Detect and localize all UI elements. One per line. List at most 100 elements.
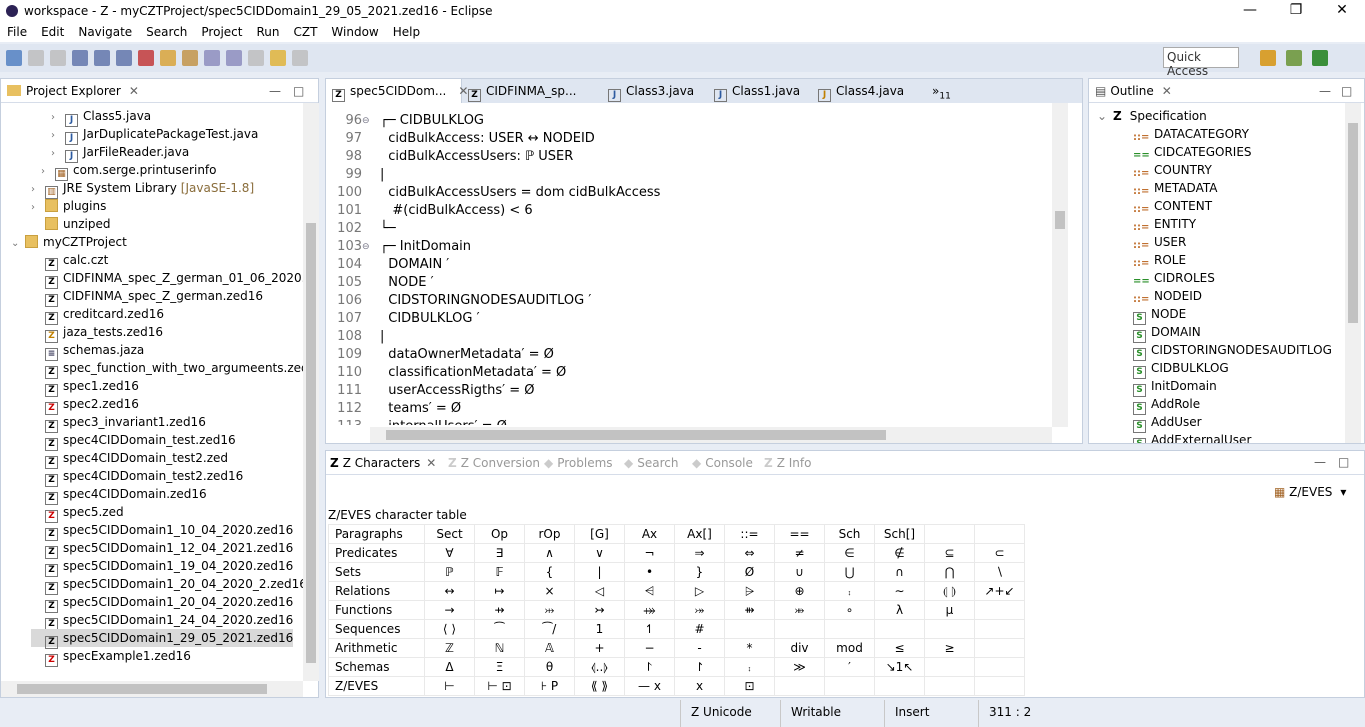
char-cell[interactable] <box>724 619 775 639</box>
close-tab-icon[interactable]: ✕ <box>1162 84 1172 98</box>
char-cell[interactable]: ⤕ <box>774 600 825 620</box>
menu-project[interactable]: Project <box>194 25 249 39</box>
char-cell[interactable] <box>824 619 875 639</box>
char-cell[interactable]: ↿ <box>624 619 675 639</box>
tree-item[interactable]: Zspec4CIDDomain.zed16 <box>31 485 207 505</box>
char-cell[interactable]: ¬ <box>624 543 675 563</box>
perspective-icon[interactable] <box>1260 50 1276 66</box>
tree-item[interactable]: Zspec4CIDDomain_test2.zed16 <box>31 467 243 487</box>
minimize-button[interactable]: — <box>1227 0 1273 22</box>
char-cell[interactable]: ∩ <box>874 562 925 582</box>
char-cell[interactable] <box>974 657 1025 677</box>
tree-item[interactable]: Zspec5.zed <box>31 503 124 523</box>
toolbar-button-icon[interactable] <box>160 50 176 66</box>
char-cell[interactable]: − <box>624 638 675 658</box>
tree-item[interactable]: Zspec5CIDDomain1_10_04_2020.zed16 <box>31 521 293 541</box>
char-cell[interactable]: ⊡ <box>724 676 775 696</box>
char-cell[interactable] <box>824 676 875 696</box>
char-cell[interactable]: ⊂ <box>974 543 1025 563</box>
char-cell[interactable]: x <box>674 676 725 696</box>
char-cell[interactable]: == <box>774 524 825 544</box>
toolbar-button-icon[interactable] <box>50 50 66 66</box>
char-cell[interactable]: Ax <box>624 524 675 544</box>
menu-run[interactable]: Run <box>249 25 286 39</box>
char-cell[interactable]: ′ <box>824 657 875 677</box>
tree-item[interactable]: Zcalc.czt <box>31 251 108 271</box>
outline-root[interactable]: ⌄ Z Specification <box>1097 107 1207 125</box>
tree-item[interactable]: Zspec1.zed16 <box>31 377 139 397</box>
char-cell[interactable]: | <box>574 562 625 582</box>
char-cell[interactable]: ◁ <box>574 581 625 601</box>
char-cell[interactable]: Ξ <box>474 657 525 677</box>
char-cell[interactable]: ⩤ <box>624 581 675 601</box>
char-cell[interactable]: ⇸ <box>474 600 525 620</box>
char-cell[interactable] <box>924 676 975 696</box>
char-cell[interactable]: ↗+↙ <box>974 581 1025 601</box>
char-cell[interactable]: ∘ <box>824 600 875 620</box>
char-cell[interactable]: ⊢ ⊡ <box>474 676 525 696</box>
char-cell[interactable]: ⤔ <box>524 600 575 620</box>
char-cell[interactable]: ℕ <box>474 638 525 658</box>
char-cell[interactable]: ℙ <box>424 562 475 582</box>
char-cell[interactable]: ⟪ ⟫ <box>574 676 625 696</box>
code-editor[interactable]: 96 ⊖ ┌─ CIDBULKLOG 97 cidBulkAccess: USER ↔… <box>326 107 1082 425</box>
tree-item[interactable]: Z CIDFINMA_spec_Z_german.zed16 <box>31 287 263 307</box>
char-cell[interactable]: • <box>624 562 675 582</box>
char-cell[interactable]: → <box>424 600 475 620</box>
char-cell[interactable] <box>974 524 1025 544</box>
tree-item[interactable]: Zspec5CIDDomain1_20_04_2020.zed16 <box>31 593 293 613</box>
tree-item[interactable]: Zspec2.zed16 <box>31 395 139 415</box>
char-cell[interactable]: - <box>674 638 725 658</box>
tree-item[interactable]: Z CIDFINMA_spec_Z_german_01_06_2020.zed1 <box>31 269 318 289</box>
tree-item[interactable]: › plugins <box>31 197 106 215</box>
outline-item[interactable]: ::= CONTENT <box>1133 197 1212 215</box>
char-cell[interactable]: Sch[] <box>874 524 925 544</box>
char-cell[interactable]: ↣ <box>574 600 625 620</box>
char-cell[interactable]: ⟨ ⟩ <box>424 619 475 639</box>
fold-icon[interactable]: ⊖ <box>362 112 370 130</box>
fold-icon[interactable]: ⊖ <box>362 238 370 256</box>
menu-file[interactable]: File <box>0 25 34 39</box>
char-cell[interactable]: ↘1↖ <box>874 657 925 677</box>
char-cell[interactable]: ⋂ <box>924 562 975 582</box>
perspective-icon[interactable] <box>1312 50 1328 66</box>
char-cell[interactable] <box>924 524 975 544</box>
char-cell[interactable]: Ø <box>724 562 775 582</box>
toolbar-button-icon[interactable] <box>292 50 308 66</box>
outline-item[interactable]: ::= ENTITY <box>1133 215 1196 233</box>
tree-item[interactable]: › J Class5.java <box>51 107 151 127</box>
toolbar-button-icon[interactable] <box>248 50 264 66</box>
more-tabs-button[interactable]: »11 <box>926 79 951 103</box>
close-tab-icon[interactable]: ✕ <box>129 84 139 98</box>
tree-item[interactable]: ≡ schemas.jaza <box>31 341 144 361</box>
vertical-scrollbar[interactable] <box>303 103 319 681</box>
char-cell[interactable]: ∃ <box>474 543 525 563</box>
tree-item[interactable]: Zspec5CIDDomain1_29_05_2021.zed16 <box>31 629 294 649</box>
bottom-tab[interactable]: ZZ Info <box>764 451 811 475</box>
tree-item[interactable]: Zspec4CIDDomain_test2.zed <box>31 449 228 469</box>
char-cell[interactable]: ⊦ P <box>524 676 575 696</box>
toolbar-button-icon[interactable] <box>116 50 132 66</box>
outline-item[interactable]: ::= METADATA <box>1133 179 1217 197</box>
char-cell[interactable]: ∖ <box>974 562 1025 582</box>
char-cell[interactable]: ⨡ <box>624 657 675 677</box>
panel-title[interactable]: Outline <box>1110 84 1153 98</box>
toolbar-button-icon[interactable] <box>28 50 44 66</box>
maximize-panel-icon[interactable]: □ <box>293 84 304 98</box>
toolbar-button-icon[interactable] <box>226 50 242 66</box>
tree-item[interactable]: ⌄ myCZTProject <box>11 233 127 251</box>
char-cell[interactable] <box>774 619 825 639</box>
outline-item[interactable]: ::= ROLE <box>1133 251 1186 269</box>
toolbar-button-icon[interactable] <box>72 50 88 66</box>
tree-item[interactable]: ZspecExample1.zed16 <box>31 647 191 667</box>
char-cell[interactable]: mod <box>824 638 875 658</box>
toolbar-button-icon[interactable] <box>270 50 286 66</box>
outline-item[interactable]: S AddUser <box>1133 413 1202 433</box>
tree-item[interactable]: › ▦ com.serge.printuserinfo <box>41 161 217 181</box>
tree-item[interactable]: › ▥ JRE System Library [JavaSE-1.8] <box>31 179 254 199</box>
bottom-tab[interactable]: ◆ Problems <box>544 451 613 475</box>
char-cell[interactable]: ⨾ <box>724 657 775 677</box>
char-cell[interactable]: # <box>674 619 725 639</box>
editor-tab[interactable]: Z CIDFINMA_sp... <box>462 79 576 103</box>
char-cell[interactable]: ∪ <box>774 562 825 582</box>
